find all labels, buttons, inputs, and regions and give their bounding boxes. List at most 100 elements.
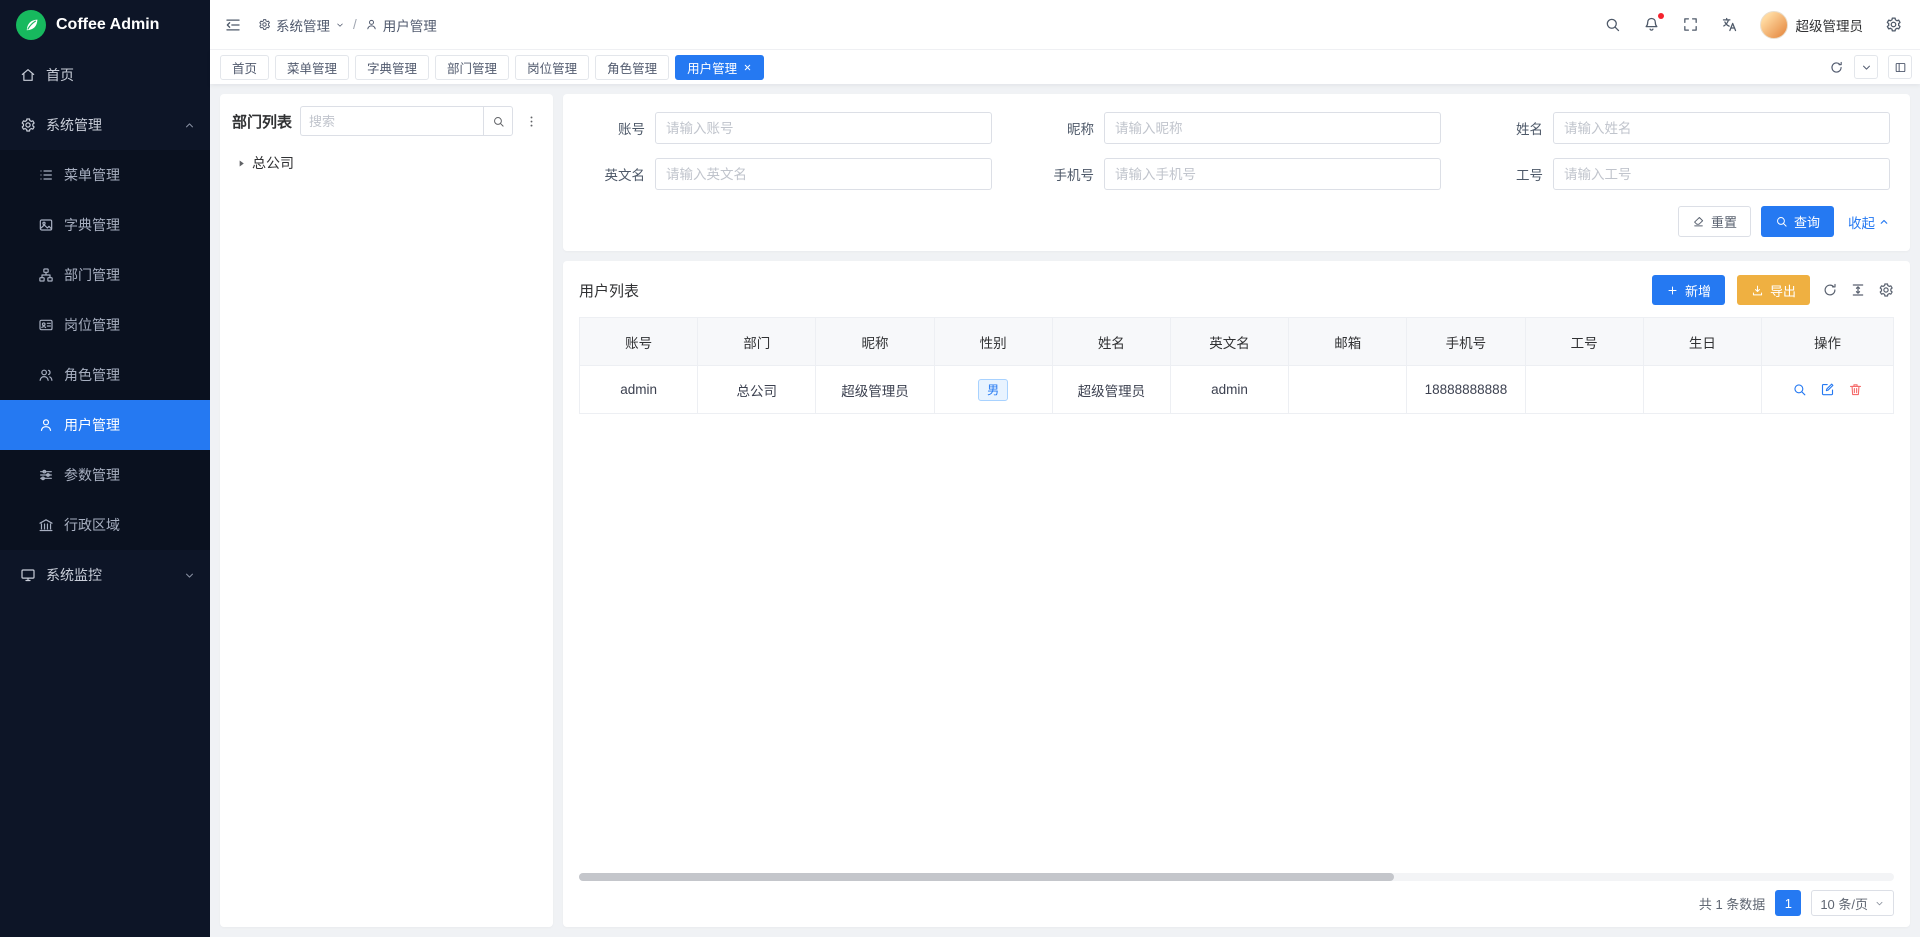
chevron-down-icon xyxy=(183,569,196,582)
add-user-button[interactable]: 新增 xyxy=(1652,275,1725,305)
cell-phone: 18888888888 xyxy=(1407,366,1525,414)
user-profile-button[interactable]: 超级管理员 xyxy=(1760,11,1864,39)
search-icon xyxy=(1775,215,1788,228)
tab-department-management[interactable]: 部门管理 xyxy=(435,55,509,80)
name-input[interactable] xyxy=(1553,112,1890,144)
column-header: 邮箱 xyxy=(1289,318,1407,366)
department-tree: 总公司 xyxy=(232,150,541,176)
view-icon xyxy=(1792,382,1807,397)
tree-item-label: 总公司 xyxy=(252,153,294,173)
tab-menu-management[interactable]: 菜单管理 xyxy=(275,55,349,80)
sidebar-item-role-management[interactable]: 角色管理 xyxy=(0,350,210,400)
breadcrumb-parent[interactable]: 系统管理 xyxy=(258,15,345,35)
tabs-dropdown-button[interactable] xyxy=(1854,55,1878,79)
menu-fold-icon[interactable] xyxy=(224,16,242,34)
gear-icon[interactable] xyxy=(1878,282,1894,298)
tree-item-head-office[interactable]: 总公司 xyxy=(232,150,541,176)
scrollbar-thumb[interactable] xyxy=(579,873,1394,881)
tab-user-management[interactable]: 用户管理 xyxy=(675,55,764,80)
menu-label: 部门管理 xyxy=(64,265,120,285)
app-root: Coffee Admin 首页 系统管理 菜单管理 字典管理 xyxy=(0,0,1920,937)
refresh-icon[interactable] xyxy=(1829,60,1844,75)
sidebar-item-dictionary-management[interactable]: 字典管理 xyxy=(0,200,210,250)
sidebar-item-department-management[interactable]: 部门管理 xyxy=(0,250,210,300)
fullscreen-icon[interactable] xyxy=(1682,16,1699,33)
page-button-1[interactable]: 1 xyxy=(1775,890,1801,916)
collapse-filters-link[interactable]: 收起 xyxy=(1848,212,1890,232)
caret-right-icon[interactable] xyxy=(236,158,247,169)
delete-button[interactable] xyxy=(1848,382,1863,397)
bell-icon xyxy=(1643,16,1660,33)
menu-label: 字典管理 xyxy=(64,215,120,235)
sidebar-item-home[interactable]: 首页 xyxy=(0,50,210,100)
content: 部门列表 总公司 xyxy=(210,84,1920,937)
tab-home[interactable]: 首页 xyxy=(220,55,269,80)
refresh-icon[interactable] xyxy=(1822,282,1838,298)
menu-label: 菜单管理 xyxy=(64,165,120,185)
sidebar: Coffee Admin 首页 系统管理 菜单管理 字典管理 xyxy=(0,0,210,937)
sidebar-item-system-management[interactable]: 系统管理 xyxy=(0,100,210,150)
delete-icon xyxy=(1848,382,1863,397)
cell-actions xyxy=(1762,366,1894,414)
page-size-select[interactable]: 10 条/页 xyxy=(1811,890,1894,916)
table-empty-area xyxy=(579,414,1894,869)
cell-name: 超级管理员 xyxy=(1052,366,1170,414)
english-name-input[interactable] xyxy=(655,158,992,190)
params-icon xyxy=(38,467,54,483)
sidebar-item-post-management[interactable]: 岗位管理 xyxy=(0,300,210,350)
tab-tools xyxy=(1829,55,1912,79)
notifications-button[interactable] xyxy=(1643,16,1660,33)
sidebar-item-user-management[interactable]: 用户管理 xyxy=(0,400,210,450)
filter-field-work-id: 工号 xyxy=(1481,158,1890,190)
org-icon xyxy=(38,267,54,283)
close-icon[interactable] xyxy=(743,63,752,72)
menu-label: 系统管理 xyxy=(46,115,102,135)
column-header: 姓名 xyxy=(1052,318,1170,366)
gender-tag: 男 xyxy=(978,379,1008,401)
layout-toggle-button[interactable] xyxy=(1888,55,1912,79)
sidebar-item-admin-region[interactable]: 行政区域 xyxy=(0,500,210,550)
account-input[interactable] xyxy=(655,112,992,144)
sidebar-item-parameter-management[interactable]: 参数管理 xyxy=(0,450,210,500)
tab-label: 首页 xyxy=(232,58,257,77)
sidebar-item-system-monitor[interactable]: 系统监控 xyxy=(0,550,210,600)
sidebar-item-menu-management[interactable]: 菜单管理 xyxy=(0,150,210,200)
translate-icon[interactable] xyxy=(1721,16,1738,33)
phone-input[interactable] xyxy=(1104,158,1441,190)
cell-email xyxy=(1289,366,1407,414)
tabbar: 首页 菜单管理 字典管理 部门管理 岗位管理 角色管理 用户管理 xyxy=(210,50,1920,84)
field-label: 昵称 xyxy=(1032,118,1094,138)
department-panel-title: 部门列表 xyxy=(232,111,292,132)
search-button[interactable]: 查询 xyxy=(1761,206,1834,237)
search-filter-card: 账号 昵称 姓名 英文名 xyxy=(563,94,1910,251)
row-height-icon[interactable] xyxy=(1850,282,1866,298)
tab-role-management[interactable]: 角色管理 xyxy=(595,55,669,80)
horizontal-scrollbar xyxy=(579,873,1894,881)
view-button[interactable] xyxy=(1792,382,1807,397)
dept-search-input[interactable] xyxy=(300,106,483,136)
filter-field-english-name: 英文名 xyxy=(583,158,992,190)
reset-button[interactable]: 重置 xyxy=(1678,206,1751,237)
tab-post-management[interactable]: 岗位管理 xyxy=(515,55,589,80)
filter-field-phone: 手机号 xyxy=(1032,158,1441,190)
user-icon xyxy=(38,417,54,433)
menu-label: 岗位管理 xyxy=(64,315,120,335)
nickname-input[interactable] xyxy=(1104,112,1441,144)
gear-icon[interactable] xyxy=(1885,16,1902,33)
chevron-up-icon xyxy=(183,119,196,132)
dept-search-button[interactable] xyxy=(483,106,513,136)
work-id-input[interactable] xyxy=(1553,158,1890,190)
edit-button[interactable] xyxy=(1820,382,1835,397)
list-icon xyxy=(38,167,54,183)
pagination: 共 1 条数据 1 10 条/页 xyxy=(579,889,1894,917)
menu-label: 行政区域 xyxy=(64,515,120,535)
breadcrumb-current: 用户管理 xyxy=(365,15,437,35)
tab-dictionary-management[interactable]: 字典管理 xyxy=(355,55,429,80)
more-options-button[interactable] xyxy=(521,106,541,136)
column-header: 性别 xyxy=(934,318,1052,366)
app-title: Coffee Admin xyxy=(56,16,159,34)
export-button[interactable]: 导出 xyxy=(1737,275,1810,305)
leaf-logo-icon xyxy=(16,10,46,40)
search-icon[interactable] xyxy=(1604,16,1621,33)
tab-label: 菜单管理 xyxy=(287,58,337,77)
